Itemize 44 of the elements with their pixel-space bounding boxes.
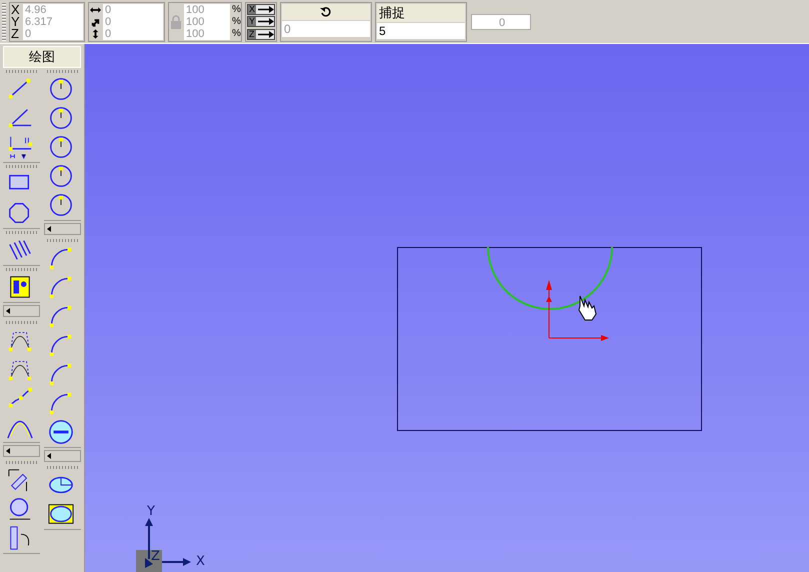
percent-label: % bbox=[232, 16, 240, 27]
axis-direction-button[interactable]: Z bbox=[247, 28, 275, 40]
snap-field[interactable]: 5 bbox=[377, 22, 465, 38]
y-axis-label: Y bbox=[147, 504, 155, 519]
right-arrow-icon bbox=[258, 18, 274, 25]
axis-label: Z bbox=[11, 28, 19, 40]
circle-icon bbox=[47, 192, 75, 218]
scroll-bar[interactable] bbox=[44, 450, 81, 462]
vertical-arrow-icon bbox=[90, 28, 101, 38]
axis-label: X bbox=[11, 4, 21, 16]
x-axis-label: X bbox=[196, 554, 205, 569]
origin-axes-drawing bbox=[546, 280, 609, 341]
rotate-icon bbox=[320, 6, 332, 18]
coordinate-field[interactable]: 0 bbox=[23, 28, 83, 40]
circle-icon bbox=[47, 76, 75, 102]
snap-label: 捕捉 bbox=[377, 4, 465, 22]
offset-field[interactable]: 0 bbox=[103, 4, 163, 16]
rotate-button[interactable] bbox=[282, 4, 370, 20]
offset-field[interactable]: 0 bbox=[103, 16, 163, 28]
rotate-field[interactable]: 0 bbox=[282, 20, 370, 36]
axis-label: Y bbox=[11, 16, 21, 28]
coordinate-field[interactable]: 4.96 bbox=[23, 4, 83, 16]
axis-direction-button[interactable]: Y bbox=[247, 16, 275, 27]
right-arrow-icon bbox=[258, 30, 274, 38]
diagonal-arrow-icon bbox=[90, 16, 101, 26]
coordinate-field[interactable]: 6.317 bbox=[23, 16, 83, 28]
right-arrow-icon bbox=[258, 6, 274, 12]
scroll-bar[interactable] bbox=[44, 223, 81, 235]
circle-icon bbox=[47, 104, 75, 130]
circle-icon bbox=[47, 162, 75, 188]
scroll-bar[interactable] bbox=[3, 445, 40, 457]
horizontal-arrow-icon bbox=[90, 4, 101, 14]
z-axis-label: Z bbox=[151, 549, 160, 564]
drawing-canvas[interactable]: Y Z X bbox=[85, 44, 809, 572]
palette-title: 绘图 bbox=[3, 46, 81, 68]
percent-label: % bbox=[232, 4, 240, 15]
hand-cursor-icon bbox=[578, 296, 597, 320]
circle-icon bbox=[47, 134, 75, 160]
value-field[interactable]: 0 bbox=[471, 14, 531, 30]
axis-direction-button[interactable]: X bbox=[247, 4, 275, 14]
offset-field[interactable]: 0 bbox=[103, 28, 163, 40]
scroll-bar[interactable] bbox=[3, 305, 40, 317]
ucs-axes-drawing bbox=[136, 518, 191, 572]
percent-label: % bbox=[232, 28, 240, 39]
